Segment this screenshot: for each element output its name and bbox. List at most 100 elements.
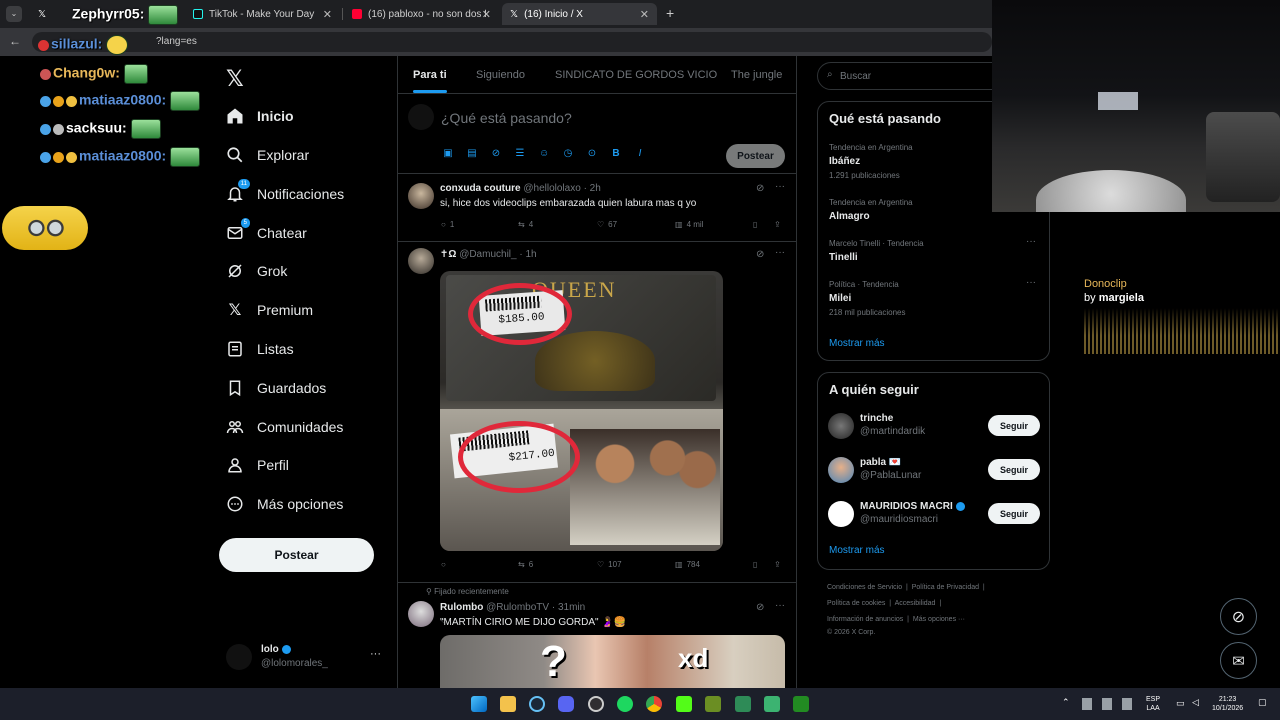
tab-youtube[interactable]: (16) pabloxo - no son dos f son ✕ [344, 3, 499, 25]
grok-fab[interactable]: ⊘ [1220, 598, 1257, 635]
close-tab-icon[interactable]: ✕ [482, 8, 491, 21]
grok-compose-icon[interactable]: ⊘ [491, 149, 501, 159]
poll-icon[interactable]: ☰ [515, 149, 525, 159]
trend-more-icon[interactable]: ··· [1026, 236, 1036, 247]
media-icon[interactable]: ▣ [443, 149, 453, 159]
x-icon: 𝕏 [228, 302, 242, 319]
share-icon[interactable]: ⇪ [774, 220, 781, 229]
follow-button[interactable]: Seguir [988, 503, 1040, 524]
post-image[interactable]: QUEEN $185.00 $217.00 [440, 271, 723, 551]
tab-the-jungle[interactable]: The jungle [731, 69, 782, 81]
follow-item[interactable]: trinche @martindardik Seguir [818, 411, 1049, 445]
nav-post-button[interactable]: Postear [219, 538, 374, 572]
tray-chevron-icon[interactable]: ⌃ [1062, 697, 1070, 708]
post[interactable]: conxuda couture @hellololaxo · 2h ⊘ ··· … [398, 175, 796, 241]
file-explorer-icon[interactable] [500, 696, 516, 712]
nav-item-premium[interactable]: 𝕏 Premium [226, 298, 313, 322]
post-more-icon[interactable]: ··· [775, 600, 785, 611]
repost-button[interactable]: ⇆ 4 [518, 220, 533, 229]
spotify-icon[interactable] [617, 696, 633, 712]
trends-show-more[interactable]: Mostrar más [829, 338, 885, 349]
account-switcher[interactable]: lolo @lolomorales_ ··· [226, 642, 386, 674]
follow-button[interactable]: Seguir [988, 415, 1040, 436]
bold-icon[interactable]: B [611, 149, 621, 159]
post-more-icon[interactable]: ··· [775, 181, 785, 192]
person-icon [226, 456, 244, 474]
reply-button[interactable]: ○ 1 [441, 220, 454, 229]
account-more-icon[interactable]: ··· [370, 648, 381, 660]
nav-item-explorar[interactable]: Explorar [226, 143, 309, 167]
tab-para-ti[interactable]: Para ti [413, 69, 447, 93]
post[interactable]: ⚲ Fijado recientemente Rulombo @RulomboT… [398, 583, 796, 688]
close-tab-icon[interactable]: ✕ [640, 8, 649, 21]
tab-list-button[interactable]: ⌄ [6, 6, 22, 22]
tab-tiktok[interactable]: TikTok - Make Your Day ✕ [185, 3, 340, 25]
compose-post-button[interactable]: Postear [726, 144, 785, 168]
red-circle-1 [468, 283, 572, 345]
follow-item[interactable]: pabla 💌 @PablaLunar Seguir [818, 455, 1049, 489]
follow-button[interactable]: Seguir [988, 459, 1040, 480]
url-field[interactable]: ?lang=es [32, 32, 992, 52]
language-indicator[interactable]: ESP LAA [1146, 695, 1160, 713]
post-text: si, hice dos videoclips embarazada quien… [440, 198, 697, 209]
nav-item-inicio[interactable]: Inicio [226, 104, 294, 128]
share-icon[interactable]: ⇪ [774, 560, 781, 569]
post-more-icon[interactable]: ··· [775, 247, 785, 258]
schedule-icon[interactable]: ◷ [563, 149, 573, 159]
grok-icon[interactable]: ⊘ [756, 602, 764, 613]
network-icon[interactable]: ▭ [1176, 698, 1185, 709]
obs-icon[interactable] [588, 696, 604, 712]
location-icon[interactable]: ⊙ [587, 149, 597, 159]
bookmark-icon[interactable]: ▯ [753, 560, 757, 569]
tab-siguiendo[interactable]: Siguiendo [476, 69, 525, 81]
windows-start-icon[interactable] [471, 696, 487, 712]
tray-icons[interactable] [1082, 698, 1142, 710]
post-image[interactable]: ? xd [440, 635, 785, 688]
back-icon[interactable]: ← [9, 34, 21, 48]
nav-item-notificaciones[interactable]: 11 Notificaciones [226, 179, 344, 206]
nav-item-chatear[interactable]: 5 Chatear [226, 218, 307, 245]
chrome-icon[interactable] [646, 696, 662, 712]
tab-x-home[interactable]: 𝕏 (16) Inicio / X ✕ [502, 3, 657, 25]
kick-icon[interactable] [676, 696, 692, 712]
nav-item-comunidades[interactable]: Comunidades [226, 415, 343, 439]
app-icon[interactable] [793, 696, 809, 712]
grok-icon[interactable]: ⊘ [756, 249, 764, 260]
grok-icon[interactable]: ⊘ [756, 183, 764, 194]
app-icon[interactable] [735, 696, 751, 712]
post[interactable]: ✝Ω @Damuchil_ · 1h ⊘ ··· QUEEN $185.00 $… [398, 242, 796, 625]
like-button[interactable]: ♡ 107 [597, 560, 622, 569]
bookmark-icon[interactable]: ▯ [753, 220, 757, 229]
trend-item[interactable]: Marcelo Tinelli · Tendencia Tinelli ··· [818, 236, 1049, 270]
steam-icon[interactable] [529, 696, 545, 712]
tab-sindicato[interactable]: SINDICATO DE GORDOS VICIO [555, 69, 717, 81]
nav-item-listas[interactable]: Listas [226, 337, 294, 361]
reply-button[interactable]: ○ [441, 560, 446, 569]
follow-item[interactable]: MAURIDIOS MACRI @mauridiosmacri Seguir [818, 499, 1049, 533]
italic-icon[interactable]: I [635, 149, 645, 159]
repost-button[interactable]: ⇆ 6 [518, 560, 533, 569]
trend-more-icon[interactable]: ··· [1026, 277, 1036, 288]
follow-show-more[interactable]: Mostrar más [829, 545, 885, 556]
clock[interactable]: 21:23 10/1/2026 [1212, 695, 1243, 713]
gif-icon[interactable]: ▤ [467, 149, 477, 159]
nav-item-mas-opciones[interactable]: Más opciones [226, 492, 343, 516]
emoji-icon[interactable]: ☺ [539, 149, 549, 159]
trend-item[interactable]: Política · Tendencia Milei 218 mil publi… [818, 277, 1049, 323]
x-logo-icon[interactable]: 𝕏 [226, 66, 244, 92]
messages-fab[interactable]: ✉ [1220, 642, 1257, 679]
app-icon[interactable] [764, 696, 780, 712]
nav-item-perfil[interactable]: Perfil [226, 453, 289, 477]
views-button[interactable]: ▥ 4 mil [675, 220, 703, 229]
views-button[interactable]: ▥ 784 [675, 560, 700, 569]
discord-icon[interactable] [558, 696, 574, 712]
new-tab-button[interactable]: + [666, 5, 674, 21]
compose-input[interactable]: ¿Qué está pasando? [441, 110, 572, 126]
app-icon[interactable] [705, 696, 721, 712]
like-button[interactable]: ♡ 67 [597, 220, 617, 229]
volume-icon[interactable]: ◁ [1192, 697, 1199, 708]
close-tab-icon[interactable]: ✕ [323, 8, 332, 21]
notifications-icon[interactable]: ▢ [1258, 697, 1267, 708]
nav-item-guardados[interactable]: Guardados [226, 376, 326, 400]
nav-item-grok[interactable]: Grok [226, 259, 287, 283]
